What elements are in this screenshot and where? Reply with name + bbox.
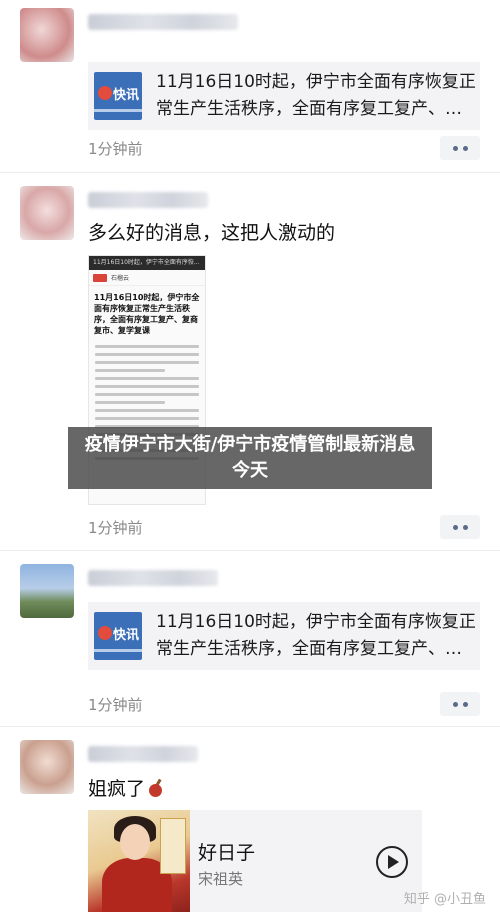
more-actions-button[interactable] xyxy=(440,515,480,539)
text-line xyxy=(95,409,199,412)
username-blurred[interactable] xyxy=(88,14,238,30)
avatar[interactable] xyxy=(20,740,74,794)
bomb-emoji-icon xyxy=(147,778,163,798)
more-dots-icon xyxy=(452,145,458,151)
text-line xyxy=(95,361,199,364)
more-actions-button[interactable] xyxy=(440,136,480,160)
post-time: 1分钟前 xyxy=(88,140,143,158)
image-top-bar: 11月16日10时起，伊宁市全面有序恢... xyxy=(89,256,205,270)
song-artist: 宋祖英 xyxy=(198,870,244,888)
text-line xyxy=(95,401,165,404)
post-text: 多么好的消息，这把人激动的 xyxy=(88,222,336,244)
source-logo-icon xyxy=(93,273,107,282)
more-dots-icon xyxy=(462,524,468,530)
username-blurred[interactable] xyxy=(88,746,198,762)
more-dots-icon xyxy=(462,145,468,151)
username-blurred[interactable] xyxy=(88,570,218,586)
text-line xyxy=(95,385,199,388)
headline-banner: 疫情伊宁市大街/伊宁市疫情管制最新消息今天 xyxy=(68,427,432,489)
post-text: 姐疯了 xyxy=(88,774,163,801)
thumb-stripe xyxy=(94,109,142,112)
divider xyxy=(0,726,500,727)
link-card-text: 11月16日10时起，伊宁市全面有序恢复正常生产生活秩序，全面有序复工复产、… xyxy=(156,72,476,119)
divider xyxy=(0,550,500,551)
image-headline: 11月16日10时起，伊宁市全面有序恢复正常生产生活秩序，全面有序复工复产、复商… xyxy=(94,293,200,335)
thumb-stripe xyxy=(94,649,142,652)
play-icon xyxy=(388,855,399,869)
post-time: 1分钟前 xyxy=(88,519,143,537)
text-line xyxy=(95,345,199,348)
avatar[interactable] xyxy=(20,186,74,240)
text-line xyxy=(95,417,199,420)
link-card-text: 11月16日10时起，伊宁市全面有序恢复正常生产生活秩序，全面有序复工复产、… xyxy=(156,612,476,659)
link-thumb-label: 快讯 xyxy=(113,88,140,103)
shared-link-card[interactable]: 快讯 11月16日10时起，伊宁市全面有序恢复正常生产生活秩序，全面有序复工复产… xyxy=(88,62,480,130)
divider xyxy=(0,172,500,173)
avatar[interactable] xyxy=(20,8,74,62)
text-line xyxy=(95,377,199,380)
more-dots-icon xyxy=(452,701,458,707)
music-card[interactable]: 好日子 宋祖英 xyxy=(88,810,422,912)
username-blurred[interactable] xyxy=(88,192,208,208)
text-line xyxy=(95,353,199,356)
banner-text: 疫情伊宁市大街/伊宁市疫情管制最新消息今天 xyxy=(84,434,416,481)
link-thumbnail: 快讯 xyxy=(94,612,142,660)
avatar[interactable] xyxy=(20,564,74,618)
image-source-name: 石榴云 xyxy=(111,275,130,282)
more-dots-icon xyxy=(452,524,458,530)
text-line xyxy=(95,393,199,396)
link-thumbnail: 快讯 xyxy=(94,72,142,120)
song-title: 好日子 xyxy=(198,842,256,864)
album-cover xyxy=(88,810,190,912)
news-logo-icon xyxy=(98,626,112,640)
shared-link-card[interactable]: 快讯 11月16日10时起，伊宁市全面有序恢复正常生产生活秩序，全面有序复工复产… xyxy=(88,602,480,670)
link-thumb-label: 快讯 xyxy=(113,628,140,643)
post-text-content: 姐疯了 xyxy=(88,778,146,800)
news-logo-icon xyxy=(98,86,112,100)
text-line xyxy=(95,369,165,372)
watermark: 知乎 @小丑鱼 xyxy=(403,892,486,907)
play-button[interactable] xyxy=(376,846,408,878)
image-source: 石榴云 xyxy=(89,270,205,286)
more-dots-icon xyxy=(462,701,468,707)
more-actions-button[interactable] xyxy=(440,692,480,716)
post-time: 1分钟前 xyxy=(88,696,143,714)
